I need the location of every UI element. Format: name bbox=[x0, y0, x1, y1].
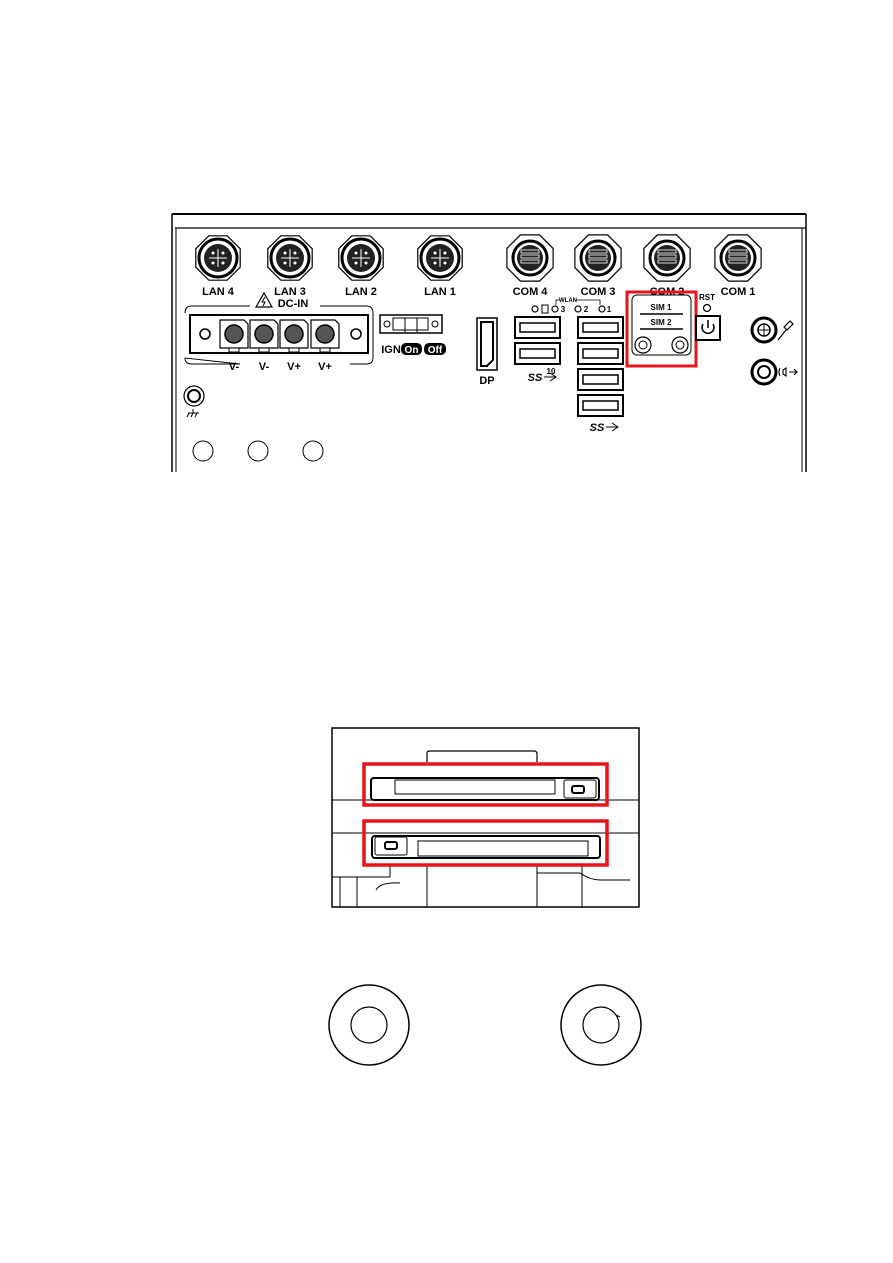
wlan-led-label: 2 bbox=[584, 305, 589, 314]
lan-port-3-label: LAN 3 bbox=[274, 286, 306, 298]
microphone-icon bbox=[777, 320, 794, 341]
usb-port bbox=[577, 368, 624, 391]
wlan-led-label: 1 bbox=[607, 305, 612, 314]
usb-port bbox=[514, 342, 561, 365]
svg-text:SS: SS bbox=[528, 372, 543, 384]
line-out-jack bbox=[750, 358, 798, 386]
ignition-switch[interactable]: IGN On Off bbox=[379, 314, 446, 356]
com-port-1-label: COM 1 bbox=[721, 286, 756, 298]
ign-on-label: On bbox=[405, 345, 419, 356]
usb-10g-label: 10 bbox=[547, 367, 556, 376]
displayport: DP bbox=[476, 317, 498, 387]
dc-terminal: V- bbox=[219, 319, 249, 373]
sim1-label: SIM 1 bbox=[651, 303, 672, 312]
com-port-1: COM 1 bbox=[714, 234, 762, 298]
sim2-label: SIM 2 bbox=[651, 318, 672, 327]
com-port-3: COM 3 bbox=[574, 234, 622, 298]
dc-terminal-label: V+ bbox=[318, 361, 332, 373]
storage-icon bbox=[541, 304, 549, 314]
lan-port-1-label: LAN 1 bbox=[424, 286, 456, 298]
wlan-label: WLAN bbox=[559, 298, 577, 304]
dc-terminal-label: V- bbox=[229, 361, 240, 373]
usb-port bbox=[577, 316, 624, 339]
dc-in-connector: DC-IN V- V- V+ V+ bbox=[184, 291, 374, 373]
ground-screw bbox=[183, 385, 205, 418]
dp-label: DP bbox=[479, 375, 494, 387]
lan-port-2: LAN 2 bbox=[338, 235, 384, 298]
usb-port bbox=[577, 394, 624, 417]
lan-port-4: LAN 4 bbox=[195, 235, 241, 298]
reset-button[interactable] bbox=[702, 303, 712, 313]
sim-card-slots[interactable]: SIM 1 SIM 2 bbox=[625, 290, 698, 368]
sim-cover-screws bbox=[328, 984, 642, 1066]
speaker-out-icon bbox=[778, 366, 798, 378]
usb-superspeed-logo: SS bbox=[590, 422, 619, 434]
lan-port-1: LAN 1 bbox=[417, 235, 463, 298]
dc-terminal-label: V- bbox=[259, 361, 270, 373]
ground-icon bbox=[186, 409, 199, 418]
power-button[interactable] bbox=[695, 315, 721, 341]
usb-port bbox=[514, 316, 561, 339]
wlan-led-2 bbox=[574, 305, 582, 313]
dc-terminal: V+ bbox=[279, 319, 309, 373]
com-port-4: COM 4 bbox=[506, 234, 554, 298]
usb-port bbox=[577, 342, 624, 365]
usb-ports bbox=[514, 316, 624, 417]
dc-terminal: V+ bbox=[310, 319, 340, 373]
ign-label: IGN bbox=[381, 344, 401, 356]
com-port-4-label: COM 4 bbox=[513, 286, 549, 298]
lan-ports: LAN 4 LAN 3 LAN 2 LAN 1 bbox=[195, 235, 463, 298]
wlan-led-3 bbox=[551, 305, 559, 313]
sim1-slot-highlight bbox=[362, 762, 609, 807]
status-leds: WLAN 3 2 1 bbox=[531, 298, 612, 314]
sim-tray-view bbox=[331, 727, 640, 908]
ign-off-label: Off bbox=[428, 345, 443, 356]
lan-port-3: LAN 3 bbox=[267, 235, 313, 298]
dc-terminal-label: V+ bbox=[287, 361, 301, 373]
antenna-holes bbox=[192, 440, 324, 462]
diagram: LAN 4 LAN 3 LAN 2 LAN 1 COM 4 COM 3 COM 2 COM … bbox=[171, 213, 807, 1066]
wlan-led-label: 3 bbox=[561, 305, 566, 314]
wlan-led-1 bbox=[598, 305, 606, 313]
lan-port-2-label: LAN 2 bbox=[345, 286, 377, 298]
dc-in-label: DC-IN bbox=[278, 298, 309, 310]
rst-label: RST bbox=[699, 293, 715, 302]
dc-terminal: V- bbox=[249, 319, 279, 373]
com-port-3-label: COM 3 bbox=[581, 286, 616, 298]
svg-text:SS: SS bbox=[590, 422, 605, 434]
lan-port-4-label: LAN 4 bbox=[202, 286, 235, 298]
power-led bbox=[531, 305, 539, 313]
mic-jack bbox=[750, 316, 794, 344]
com-port-2: COM 2 bbox=[643, 234, 691, 298]
com-ports: COM 4 COM 3 COM 2 COM 1 bbox=[506, 234, 762, 298]
